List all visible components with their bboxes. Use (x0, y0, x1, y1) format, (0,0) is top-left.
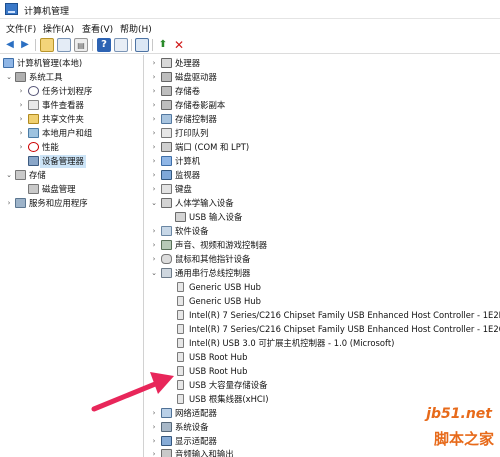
performance-icon (28, 142, 39, 152)
chevron-right-icon[interactable]: › (17, 100, 25, 110)
audio-io-icon (161, 449, 172, 457)
usb-device-icon (177, 380, 184, 390)
chevron-right-icon[interactable]: › (150, 58, 158, 68)
toolbar-separator (92, 39, 93, 51)
monitor-icon (161, 170, 172, 180)
network-icon (161, 408, 172, 418)
chevron-right-icon[interactable]: › (150, 128, 158, 138)
back-icon[interactable]: ◀ (3, 38, 17, 52)
display-icon (161, 436, 172, 446)
disk-icon (28, 184, 39, 194)
keyboard-icon (161, 184, 172, 194)
chevron-down-icon[interactable]: ⌄ (150, 198, 158, 208)
chevron-right-icon[interactable]: › (150, 240, 158, 250)
usb-device-icon (177, 324, 184, 334)
monitor-icon[interactable] (135, 38, 149, 52)
chevron-right-icon[interactable]: › (150, 170, 158, 180)
storage-icon (15, 170, 26, 180)
chevron-right-icon[interactable]: › (150, 408, 158, 418)
chevron-right-icon[interactable]: › (17, 86, 25, 96)
services-icon (15, 198, 26, 208)
hid-device-icon (175, 212, 186, 222)
chevron-down-icon[interactable]: ⌄ (150, 268, 158, 278)
help-icon[interactable]: ? (97, 38, 111, 52)
chevron-right-icon[interactable]: › (150, 100, 158, 110)
software-icon (161, 226, 172, 236)
watermark-site: jb51.net (426, 406, 492, 422)
forward-icon[interactable]: ▶ (18, 38, 32, 52)
console-tree: 计算机管理(本地) ⌄ 系统工具 › 任务计划程序 › 事件查看器 › 共享文件… (0, 55, 144, 457)
watermark-brand: 脚本之家 (433, 430, 494, 448)
toolbar-separator (152, 39, 153, 51)
enable-device-icon[interactable]: ⬆ (156, 38, 170, 52)
menu-action[interactable]: 操作(A) (43, 22, 74, 35)
event-icon (28, 100, 39, 110)
clock-icon (28, 86, 39, 96)
share-icon (28, 114, 39, 124)
port-icon (161, 142, 172, 152)
delete-icon[interactable]: ✕ (172, 38, 186, 52)
device-manager-icon (28, 156, 39, 166)
usb-device-icon (177, 282, 184, 292)
menu-help[interactable]: 帮助(H) (120, 22, 152, 35)
toolbar-separator (35, 39, 36, 51)
usb-device-icon (177, 338, 184, 348)
toolbar-separator (131, 39, 132, 51)
cpu-icon (161, 58, 172, 68)
computer-icon (3, 58, 14, 68)
device-tree: › 处理器 › 磁盘驱动器 › 存储卷 › 存储卷影副本 › 存储控制器 › 打… (148, 55, 500, 457)
chevron-right-icon[interactable]: › (5, 198, 13, 208)
drive-icon (161, 100, 172, 110)
computer-icon (161, 156, 172, 166)
usb-icon (161, 268, 172, 278)
audio-icon (161, 240, 172, 250)
chevron-down-icon[interactable]: ⌄ (5, 170, 13, 180)
controller-icon (161, 114, 172, 124)
properties-icon[interactable]: ▤ (74, 38, 88, 52)
details-icon[interactable] (114, 38, 128, 52)
usb-device-icon (177, 310, 184, 320)
view-icon[interactable] (57, 38, 71, 52)
folder-icon[interactable] (40, 38, 54, 52)
usb-device-icon (177, 352, 184, 362)
chevron-right-icon[interactable]: › (150, 114, 158, 124)
drive-icon (161, 86, 172, 96)
chevron-right-icon[interactable]: › (150, 86, 158, 96)
printer-icon (161, 128, 172, 138)
system-icon (161, 422, 172, 432)
tools-icon (15, 72, 26, 82)
usb-device-icon (177, 394, 184, 404)
menu-view[interactable]: 查看(V) (82, 22, 113, 35)
chevron-right-icon[interactable]: › (150, 142, 158, 152)
chevron-down-icon[interactable]: ⌄ (5, 72, 13, 82)
chevron-right-icon[interactable]: › (150, 184, 158, 194)
watermark: jb51.net 脚本之家 (405, 400, 500, 457)
drive-icon (161, 72, 172, 82)
usb-device-icon (177, 296, 184, 306)
mouse-icon (161, 254, 172, 264)
usb-device-icon (177, 366, 184, 376)
chevron-right-icon[interactable]: › (150, 72, 158, 82)
chevron-right-icon[interactable]: › (150, 422, 158, 432)
chevron-right-icon[interactable]: › (150, 449, 158, 457)
menu-file[interactable]: 文件(F) (6, 22, 36, 35)
chevron-right-icon[interactable]: › (17, 128, 25, 138)
menu-bar: 文件(F) 操作(A) 查看(V) 帮助(H) (0, 19, 500, 36)
chevron-right-icon[interactable]: › (150, 156, 158, 166)
chevron-right-icon[interactable]: › (150, 254, 158, 264)
users-icon (28, 128, 39, 138)
chevron-right-icon[interactable]: › (150, 226, 158, 236)
toolbar: ◀ ▶ ▤ ? ⬆ ✕ (0, 36, 500, 54)
hid-icon (161, 198, 172, 208)
chevron-right-icon[interactable]: › (17, 142, 25, 152)
chevron-right-icon[interactable]: › (150, 436, 158, 446)
window-title: 计算机管理 (24, 7, 70, 17)
chevron-right-icon[interactable]: › (17, 114, 25, 124)
title-bar: 计算机管理 (0, 0, 500, 19)
computer-management-icon (5, 3, 18, 15)
